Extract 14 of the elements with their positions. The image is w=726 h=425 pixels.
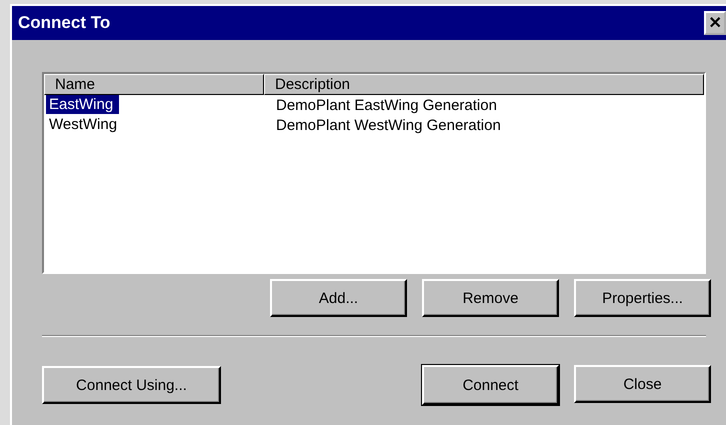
column-header[interactable]: Name: [44, 74, 264, 95]
dialog-button[interactable]: Close: [574, 365, 711, 403]
connection-name[interactable]: WestWing: [46, 115, 124, 134]
column-header[interactable]: Description: [264, 74, 704, 95]
window-title: Connect To: [18, 13, 110, 33]
close-button[interactable]: ✕: [704, 11, 726, 35]
list-action-button[interactable]: Remove: [422, 279, 559, 317]
connection-name[interactable]: EastWing: [46, 95, 120, 114]
connection-description: DemoPlant WestWing Generation: [275, 116, 502, 134]
connection-description: DemoPlant EastWing Generation: [275, 96, 498, 114]
list-action-button[interactable]: Properties...: [574, 279, 711, 317]
dialog-button[interactable]: Connect: [422, 365, 559, 405]
connect-using-button[interactable]: Connect Using...: [42, 366, 221, 404]
list-action-button[interactable]: Add...: [270, 279, 407, 317]
